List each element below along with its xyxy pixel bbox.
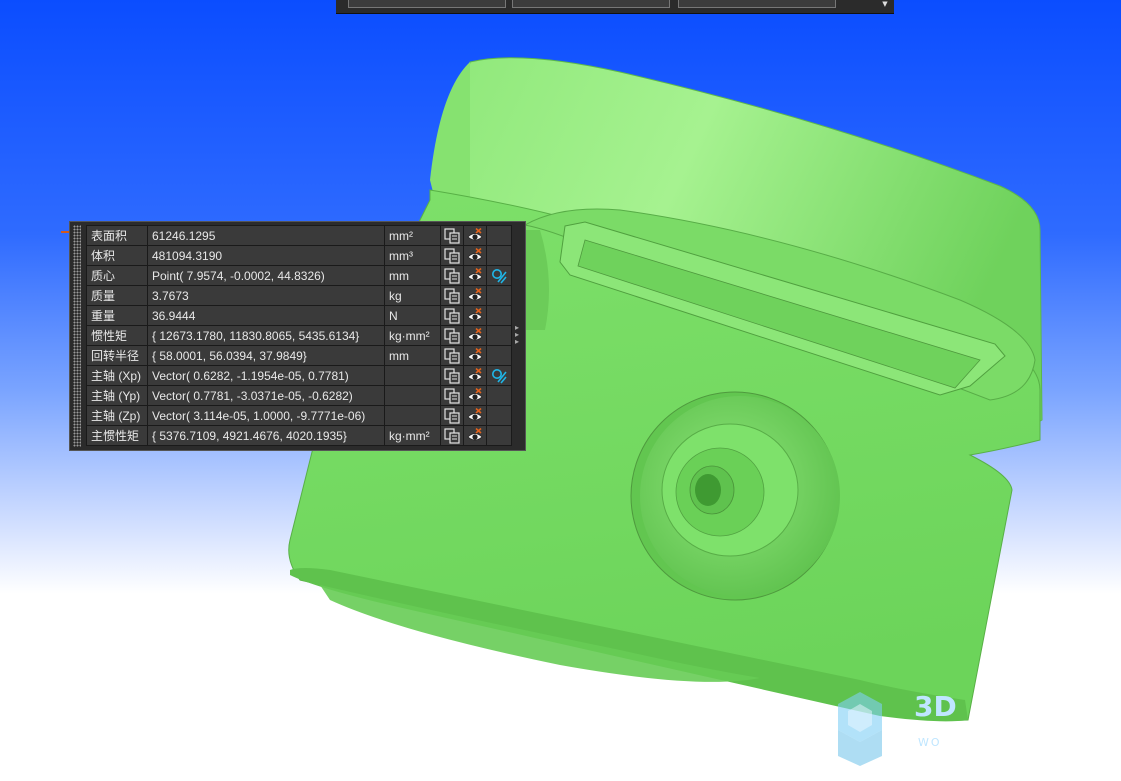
panel-expand-arrows-icon[interactable]: ▸ ▸ ▸	[512, 324, 522, 348]
copy-icon[interactable]	[444, 367, 460, 384]
copy-icon[interactable]	[444, 307, 460, 324]
property-name: 惯性矩	[86, 325, 148, 346]
toolbar-combo-3[interactable]	[678, 0, 836, 8]
property-value[interactable]: 36.9444	[147, 305, 385, 326]
link-icon[interactable]	[491, 268, 507, 284]
eye-toggle-icon[interactable]	[467, 387, 483, 402]
copy-icon[interactable]	[444, 427, 460, 444]
property-unit	[384, 405, 441, 426]
eye-toggle-icon[interactable]	[467, 327, 483, 342]
mass-properties-table: 表面积 61246.1295 mm² 体积 481094.3190 mm³ 质心 Point(…	[86, 225, 512, 446]
copy-icon[interactable]	[444, 227, 460, 244]
eye-toggle-icon[interactable]	[467, 307, 483, 322]
property-value[interactable]: { 12673.1780, 11830.8065, 5435.6134}	[147, 325, 385, 346]
property-unit: mm	[384, 265, 441, 286]
property-value[interactable]: 61246.1295	[147, 225, 385, 246]
property-row: 质心 Point( 7.9574, -0.0002, 44.8326) mm	[86, 265, 512, 286]
property-name: 重量	[86, 305, 148, 326]
property-row: 体积 481094.3190 mm³	[86, 245, 512, 266]
property-name: 主轴 (Zp)	[86, 405, 148, 426]
property-row: 主轴 (Xp) Vector( 0.6282, -1.1954e-05, 0.77…	[86, 365, 512, 386]
copy-icon[interactable]	[444, 407, 460, 424]
eye-toggle-icon[interactable]	[467, 407, 483, 422]
property-unit: mm²	[384, 225, 441, 246]
property-name: 主轴 (Yp)	[86, 385, 148, 406]
property-unit: kg	[384, 285, 441, 306]
eye-toggle-icon[interactable]	[467, 247, 483, 262]
panel-drag-handle[interactable]	[73, 225, 81, 447]
property-name: 体积	[86, 245, 148, 266]
property-unit: kg·mm²	[384, 425, 441, 446]
property-unit	[384, 385, 441, 406]
property-value[interactable]: Vector( 3.114e-05, 1.0000, -9.7771e-06)	[147, 405, 385, 426]
property-row: 惯性矩{ 12673.1780, 11830.8065, 5435.6134} k…	[86, 325, 512, 346]
property-value[interactable]: { 58.0001, 56.0394, 37.9849}	[147, 345, 385, 366]
property-unit	[384, 365, 441, 386]
property-row: 主惯性矩{ 5376.7109, 4921.4676, 4020.1935} kg…	[86, 425, 512, 446]
property-unit: kg·mm²	[384, 325, 441, 346]
chevron-down-icon[interactable]: ▼	[880, 0, 890, 10]
property-name: 表面积	[86, 225, 148, 246]
property-unit: mm³	[384, 245, 441, 266]
toolbar-combo-2[interactable]	[512, 0, 670, 8]
property-unit: mm	[384, 345, 441, 366]
copy-icon[interactable]	[444, 347, 460, 364]
property-row: 重量 36.9444 N	[86, 305, 512, 326]
link-icon[interactable]	[491, 368, 507, 384]
eye-toggle-icon[interactable]	[467, 267, 483, 282]
property-unit: N	[384, 305, 441, 326]
eye-toggle-icon[interactable]	[467, 227, 483, 242]
copy-icon[interactable]	[444, 387, 460, 404]
watermark-text: 3D	[914, 690, 957, 723]
property-name: 回转半径	[86, 345, 148, 366]
property-value[interactable]: 481094.3190	[147, 245, 385, 266]
toolbar-combo-1[interactable]	[348, 0, 506, 8]
property-row: 质量 3.7673 kg	[86, 285, 512, 306]
copy-icon[interactable]	[444, 287, 460, 304]
property-value[interactable]: Vector( 0.7781, -3.0371e-05, -0.6282)	[147, 385, 385, 406]
property-name: 质心	[86, 265, 148, 286]
property-row: 回转半径{ 58.0001, 56.0394, 37.9849} mm	[86, 345, 512, 366]
eye-toggle-icon[interactable]	[467, 347, 483, 362]
property-name: 主轴 (Xp)	[86, 365, 148, 386]
top-toolbar: ▼	[336, 0, 894, 14]
watermark-subtext: WO	[918, 736, 942, 749]
copy-icon[interactable]	[444, 267, 460, 284]
copy-icon[interactable]	[444, 327, 460, 344]
property-name: 质量	[86, 285, 148, 306]
property-value[interactable]: Point( 7.9574, -0.0002, 44.8326)	[147, 265, 385, 286]
eye-toggle-icon[interactable]	[467, 427, 483, 442]
property-row: 表面积 61246.1295 mm²	[86, 225, 512, 246]
property-value[interactable]: { 5376.7109, 4921.4676, 4020.1935}	[147, 425, 385, 446]
property-row: 主轴 (Zp) Vector( 3.114e-05, 1.0000, -9.777…	[86, 405, 512, 426]
property-value[interactable]: 3.7673	[147, 285, 385, 306]
watermark-logo	[838, 692, 882, 766]
eye-toggle-icon[interactable]	[467, 287, 483, 302]
property-value[interactable]: Vector( 0.6282, -1.1954e-05, 0.7781)	[147, 365, 385, 386]
property-row: 主轴 (Yp) Vector( 0.7781, -3.0371e-05, -0.6…	[86, 385, 512, 406]
eye-toggle-icon[interactable]	[467, 367, 483, 382]
copy-icon[interactable]	[444, 247, 460, 264]
property-name: 主惯性矩	[86, 425, 148, 446]
